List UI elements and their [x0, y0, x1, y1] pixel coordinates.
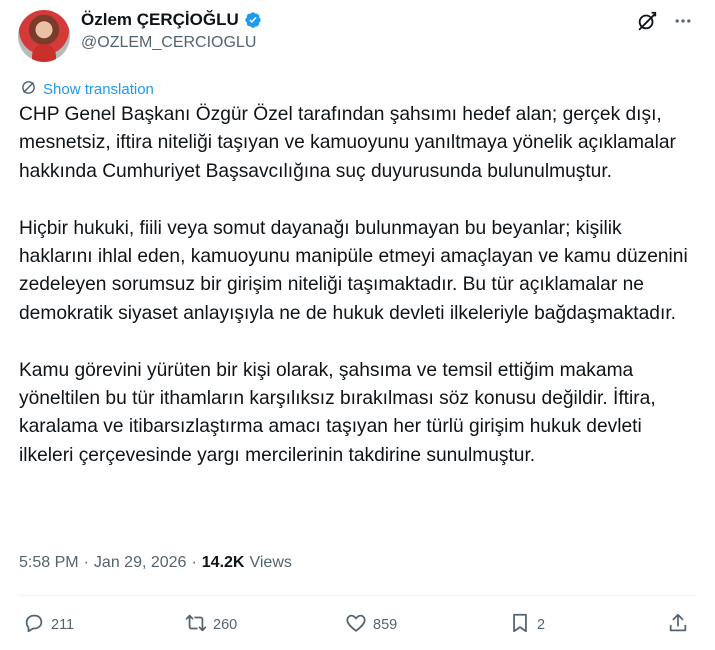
author-name[interactable]: Özlem ÇERÇİOĞLU: [81, 10, 239, 30]
bookmark-count: 2: [537, 617, 546, 633]
author-handle[interactable]: @OZLEM_CERCIOGLU: [81, 34, 256, 52]
tweet-time[interactable]: 5:58 PM: [19, 554, 79, 572]
grok-icon[interactable]: [634, 8, 660, 34]
tweet-actions: 211 260 859 2: [19, 610, 697, 640]
like-button[interactable]: 859: [345, 610, 397, 640]
verified-badge-icon[interactable]: [244, 11, 262, 29]
avatar[interactable]: [18, 10, 70, 62]
bookmark-button[interactable]: 2: [509, 610, 545, 640]
tweet-meta: 5:58 PM · Jan 29, 2026 · 14.2K Views: [19, 554, 292, 572]
meta-separator: ·: [83, 554, 89, 571]
share-button[interactable]: [667, 610, 689, 640]
like-count: 859: [373, 617, 398, 633]
bookmark-icon: [509, 612, 531, 638]
tweet-paragraph: Hiçbir hukuki, fiili veya somut dayanağı…: [19, 217, 688, 324]
more-icon[interactable]: [670, 8, 696, 34]
divider: [19, 595, 697, 596]
retweet-count: 260: [213, 617, 238, 633]
heart-icon: [345, 612, 367, 638]
retweet-button[interactable]: 260: [185, 610, 237, 640]
views-count[interactable]: 14.2K: [202, 554, 245, 572]
reply-count: 211: [51, 617, 75, 633]
meta-separator: ·: [191, 554, 197, 571]
share-icon: [667, 612, 689, 638]
author-name-row: Özlem ÇERÇİOĞLU: [81, 10, 262, 30]
tweet-paragraph: Kamu görevini yürüten bir kişi olarak, ş…: [19, 359, 656, 466]
tweet-paragraph: CHP Genel Başkanı Özgür Özel tarafından …: [19, 104, 676, 182]
tweet-text: CHP Genel Başkanı Özgür Özel tarafından …: [19, 101, 699, 470]
translate-icon: [20, 79, 37, 100]
show-translation-label[interactable]: Show translation: [43, 81, 154, 98]
tweet-header: Özlem ÇERÇİOĞLU @OZLEM_CERCIOGLU: [18, 8, 698, 68]
retweet-icon: [185, 612, 207, 638]
views-label: Views: [249, 554, 292, 571]
reply-button[interactable]: 211: [23, 610, 74, 640]
tweet-date[interactable]: Jan 29, 2026: [94, 554, 187, 572]
show-translation-link[interactable]: Show translation: [20, 79, 154, 100]
reply-icon: [23, 612, 45, 638]
